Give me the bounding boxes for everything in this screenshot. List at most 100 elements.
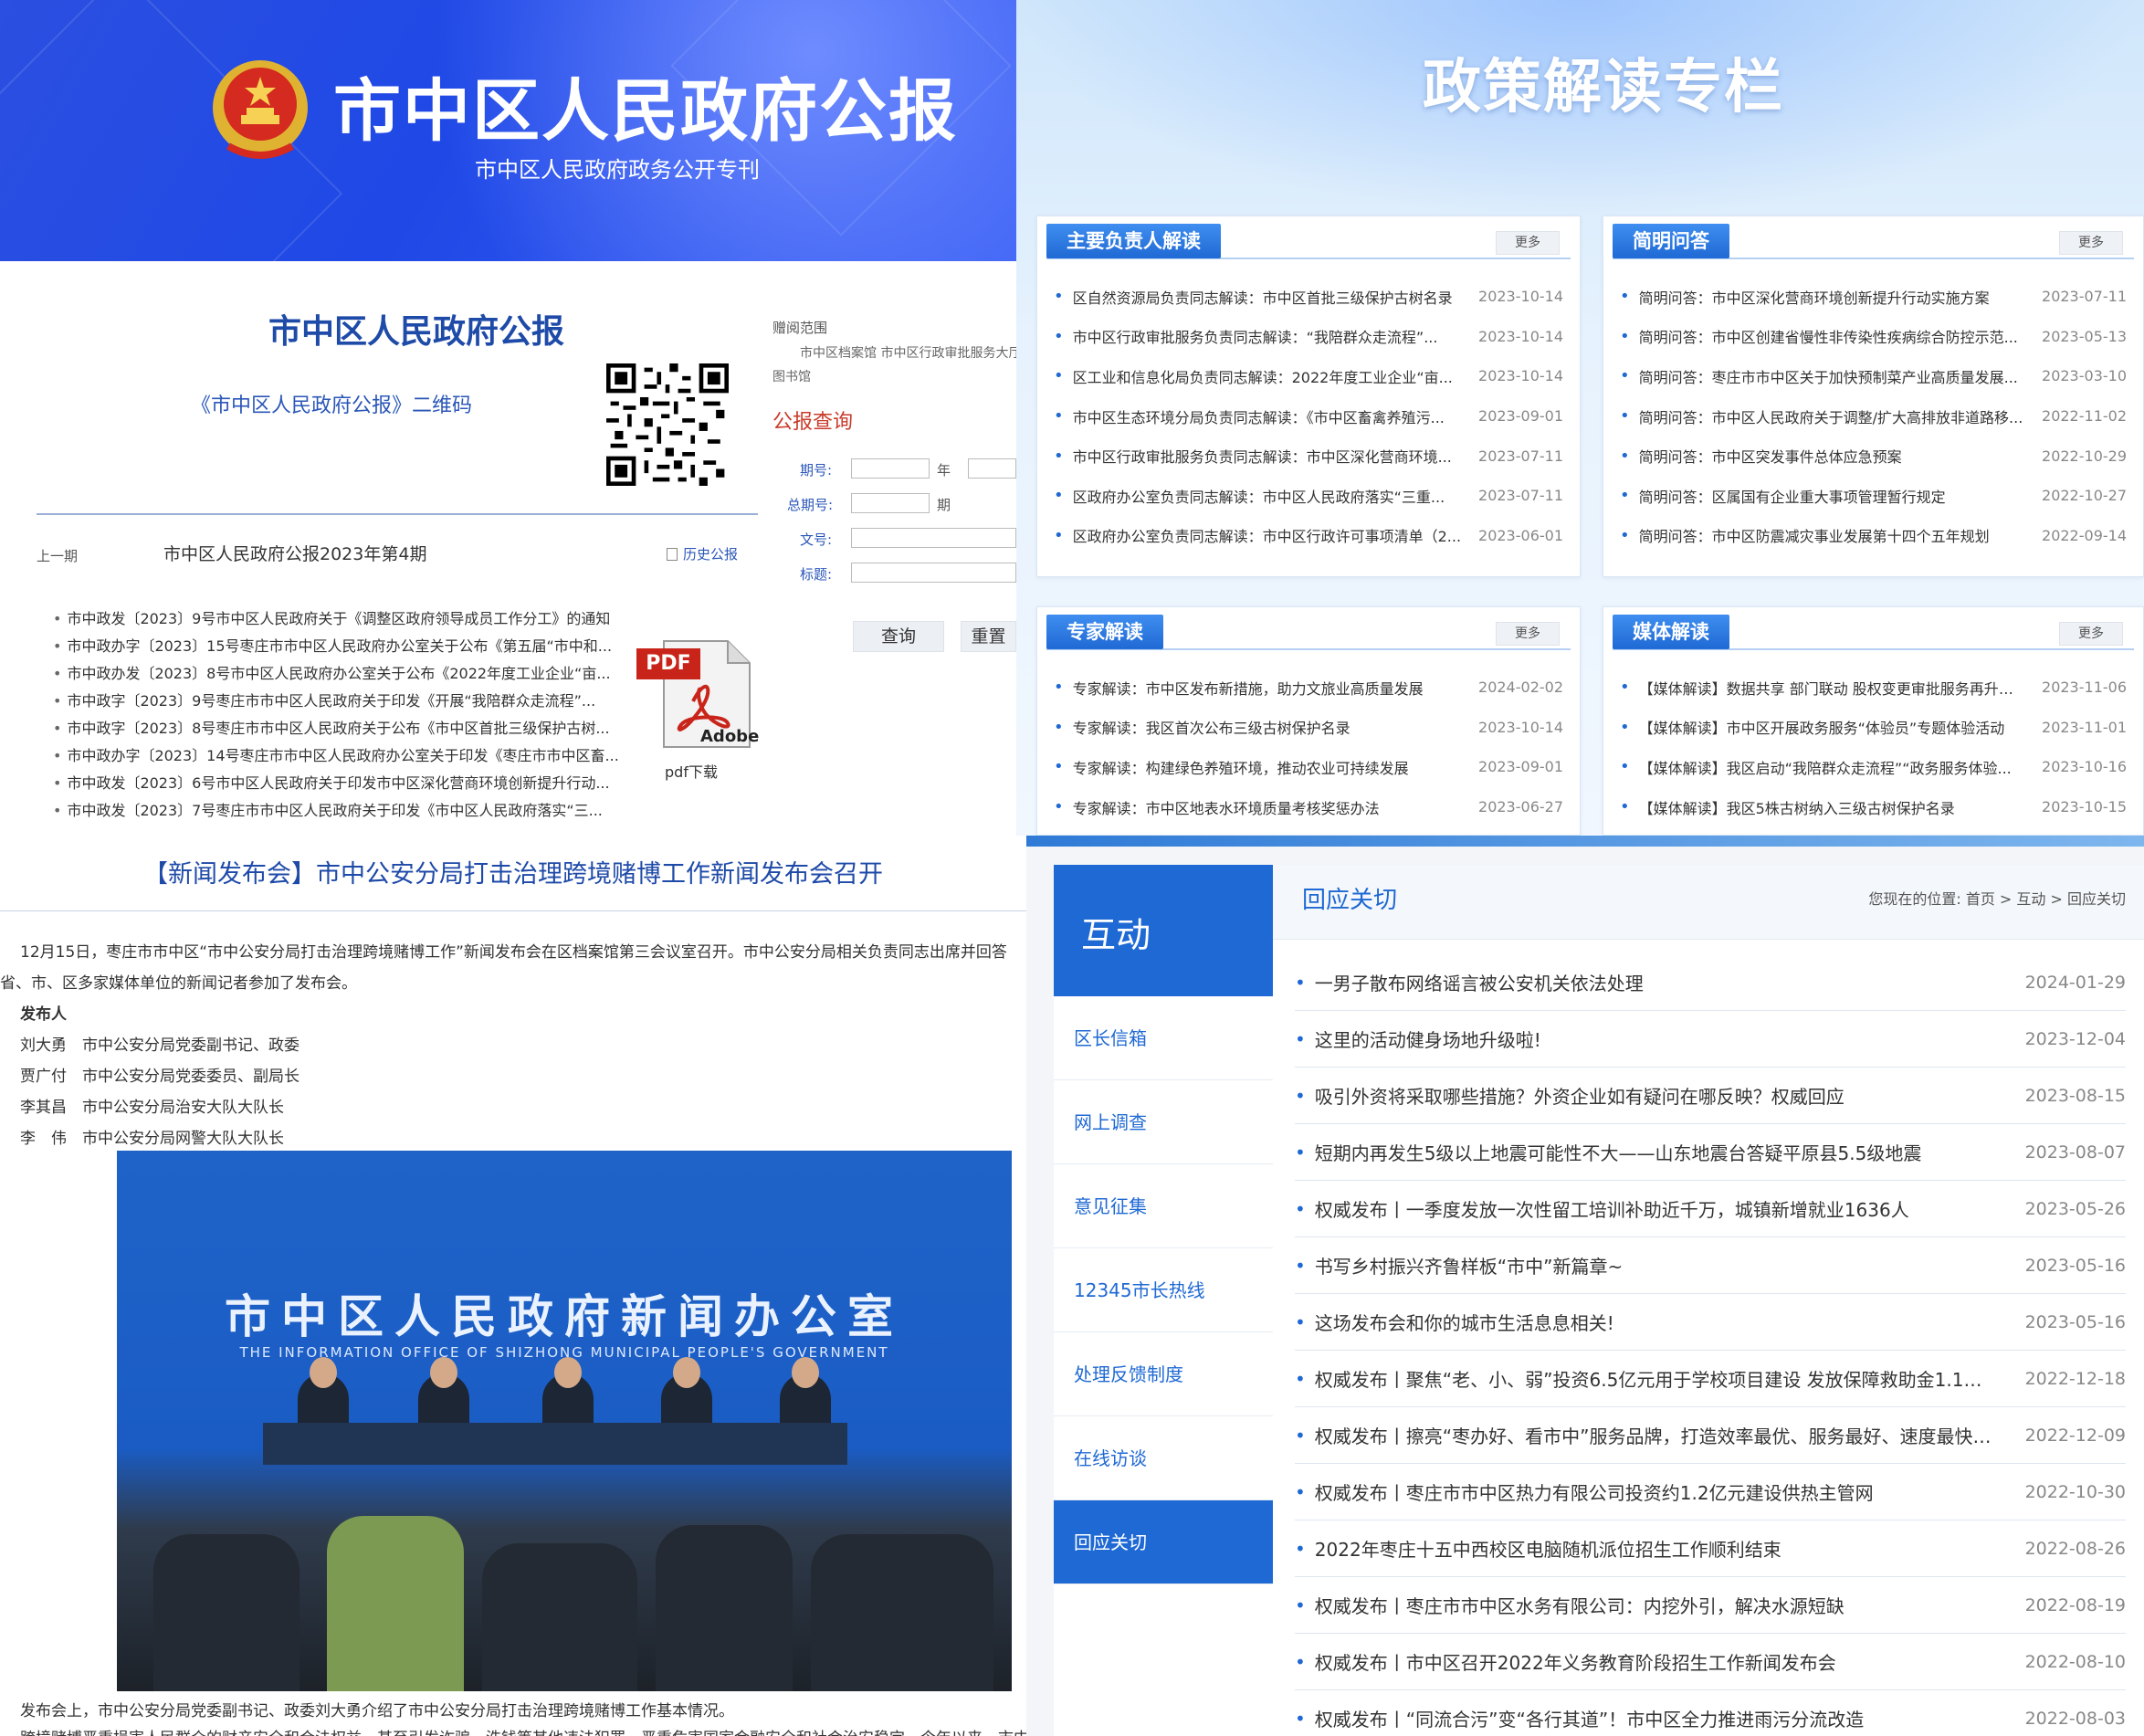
more-button[interactable]: 更多 (1496, 622, 1560, 646)
list-item[interactable]: 区自然资源局负责同志解读：市中区首批三级保护古树名录 2023-10-14 (1054, 277, 1563, 317)
qr-code-icon[interactable] (606, 363, 729, 486)
sidebar-item-online-interview[interactable]: 在线访谈 (1054, 1416, 1273, 1500)
list-item[interactable]: 专家解读：我区首次公布三级古树保护名录 2023-10-14 (1054, 708, 1563, 748)
list-item[interactable]: 市中区行政审批服务负责同志解读：市中区深化营商环境... 2023-07-11 (1054, 436, 1563, 476)
publishers-label: 发布人 (20, 1005, 67, 1024)
response-list: 一男子散布网络谣言被公安机关依法处理 2024-01-29 这里的活动健身场地升级… (1295, 954, 2126, 1736)
list-item[interactable]: 专家解读：构建绿色养殖环境，推动农业可持续发展 2023-09-01 (1054, 747, 1563, 787)
card-title[interactable]: 媒体解读 (1613, 615, 1729, 649)
list-item[interactable]: 市中政发〔2023〕6号市中区人民政府关于印发市中区深化营商环境创新提升行动..… (53, 770, 637, 797)
item-date: 2023-05-26 (2024, 1198, 2126, 1219)
list-item[interactable]: 权威发布丨聚焦“老、小、弱”投资6.5亿元用于学校项目建设 发放保障救助金1.1… (1295, 1351, 2126, 1407)
item-date: 2022-09-14 (2042, 526, 2127, 544)
item-title: 市中区行政审批服务负责同志解读：“我陪群众走流程”... (1072, 329, 1438, 347)
card-title[interactable]: 专家解读 (1046, 615, 1163, 649)
list-item[interactable]: 专家解读：市中区发布新措施，助力文旅业高质量发展 2024-02-02 (1054, 668, 1563, 708)
list-item[interactable]: 市中政字〔2023〕9号枣庄市市中区人民政府关于印发《开展“我陪群众走流程”..… (53, 688, 637, 715)
prev-issue-link[interactable]: 市中区人民政府公报2023年第4期 (163, 541, 426, 565)
doc-no-input[interactable] (851, 528, 1016, 548)
item-title: 市中区生态环境分局负责同志解读：《市中区畜禽养殖污... (1072, 408, 1445, 426)
press-conference-photo: 市中区人民政府新闻办公室 THE INFORMATION OFFICE OF S… (117, 1151, 1012, 1691)
list-item[interactable]: 权威发布丨“同流合污”变“各行其道”！市中区全力推进雨污分流改造 2022-08-… (1295, 1690, 2126, 1736)
card-title[interactable]: 主要负责人解读 (1046, 224, 1221, 258)
sidebar-item-online-survey[interactable]: 网上调查 (1054, 1080, 1273, 1164)
scope-value-2: 图书馆 (772, 370, 811, 384)
list-item[interactable]: 【媒体解读】我区启动“我陪群众走流程”“政务服务体验... 2023-10-16 (1620, 747, 2127, 787)
list-item[interactable]: 权威发布丨枣庄市市中区热力有限公司投资约1.2亿元建设供热主管网 2022-10-… (1295, 1464, 2126, 1520)
breadcrumb[interactable]: 您现在的位置: 首页 > 互动 > 回应关切 (1868, 887, 2126, 909)
card-divider (1046, 258, 1571, 259)
title-input[interactable] (851, 563, 1016, 583)
sidebar-item-feedback-system[interactable]: 处理反馈制度 (1054, 1332, 1273, 1416)
list-item[interactable]: 【媒体解读】市中区开展政务服务“体验员”专题体验活动 2023-11-01 (1620, 708, 2127, 748)
total-issue-input[interactable] (851, 493, 930, 513)
list-item[interactable]: 市中区行政审批服务负责同志解读：“我陪群众走流程”... 2023-10-14 (1054, 317, 1563, 357)
list-item[interactable]: 市中区生态环境分局负责同志解读：《市中区畜禽养殖污... 2023-09-01 (1054, 396, 1563, 437)
item-date: 2023-10-14 (1478, 367, 1563, 385)
audience-figure (811, 1534, 993, 1691)
list-item[interactable]: 市中政办字〔2023〕15号枣庄市市中区人民政府办公室关于公布《第五届“市中和.… (53, 633, 637, 660)
item-title: 这场发布会和你的城市生活息息相关! (1314, 1312, 1614, 1334)
list-item[interactable]: 【媒体解读】数据共享 部门联动 股权变更审批服务再升级！ 2023-11-06 (1620, 668, 2127, 708)
list-item[interactable]: 一男子散布网络谣言被公安机关依法处理 2024-01-29 (1295, 954, 2126, 1011)
list-item[interactable]: 市中政办发〔2023〕8号市中区人民政府办公室关于公布《2022年度工业企业“亩… (53, 660, 637, 688)
item-title: 专家解读：市中区发布新措施，助力文旅业高质量发展 (1072, 679, 1424, 698)
query-button[interactable]: 查询 (853, 621, 944, 652)
issue-input[interactable] (851, 458, 930, 479)
list-item[interactable]: 简明问答：市中区突发事件总体应急预案 2022-10-29 (1620, 436, 2127, 476)
speaker-head (792, 1357, 819, 1388)
item-title: 一男子散布网络谣言被公安机关依法处理 (1314, 973, 1644, 994)
pdf-download-icon[interactable]: PDF Adobe (636, 637, 759, 751)
pdf-download-label[interactable]: pdf下载 (665, 760, 718, 782)
list-item[interactable]: 2022年枣庄十五中西校区电脑随机派位招生工作顺利结束 2022-08-26 (1295, 1520, 2126, 1577)
list-item[interactable]: 市中政办字〔2023〕14号枣庄市市中区人民政府办公室关于印发《枣庄市市中区畜.… (53, 742, 637, 770)
card-title[interactable]: 简明问答 (1613, 224, 1729, 258)
list-item[interactable]: 权威发布丨擦亮“枣办好、看市中”服务品牌，打造效率最优、服务最好、速度最快、近悦… (1295, 1407, 2126, 1464)
list-item[interactable]: 吸引外资将采取哪些措施？外资企业如有疑问在哪反映？权威回应 2023-08-15 (1295, 1068, 2126, 1124)
item-date: 2023-03-10 (2042, 367, 2127, 385)
national-emblem-icon (213, 60, 308, 159)
list-item[interactable]: 市中政发〔2023〕9号市中区人民政府关于《调整区政府领导成员工作分工》的通知 (53, 605, 637, 633)
gazette-query-title: 公报查询 (772, 411, 854, 434)
publisher-line: 贾广付 市中公安分局党委委员、副局长 (20, 1068, 300, 1086)
pdf-brand-label: Adobe (700, 727, 760, 746)
list-item[interactable]: 短期内再发生5级以上地震可能性不大——山东地震台答疑平原县5.5级地震 2023-… (1295, 1124, 2126, 1181)
item-title: 权威发布丨枣庄市市中区热力有限公司投资约1.2亿元建设供热主管网 (1314, 1482, 1874, 1504)
sidebar-item-mayor-mailbox[interactable]: 区长信箱 (1054, 996, 1273, 1080)
list-item[interactable]: 简明问答：市中区人民政府关于调整/扩大高排放非道路移... 2022-11-02 (1620, 396, 2127, 437)
item-date: 2022-08-03 (2024, 1708, 2126, 1729)
list-item[interactable]: 权威发布丨一季度发放一次性留工培训补助近千万，城镇新增就业1636人 2023-0… (1295, 1181, 2126, 1237)
item-date: 2023-09-01 (1478, 407, 1563, 426)
more-button[interactable]: 更多 (1496, 231, 1560, 255)
history-gazette-link[interactable]: 历史公报 (667, 544, 738, 563)
year-input[interactable] (968, 458, 1016, 479)
list-item[interactable]: 权威发布丨枣庄市市中区水务有限公司：内挖外引，解决水源短缺 2022-08-19 (1295, 1577, 2126, 1634)
list-item[interactable]: 这场发布会和你的城市生活息息相关! 2023-05-16 (1295, 1294, 2126, 1351)
list-item[interactable]: 权威发布丨市中区召开2022年义务教育阶段招生工作新闻发布会 2022-08-10 (1295, 1634, 2126, 1690)
sidebar-item-opinion-collection[interactable]: 意见征集 (1054, 1164, 1273, 1248)
list-item[interactable]: 市中政发〔2023〕7号枣庄市市中区人民政府关于印发《市中区人民政府落实“三..… (53, 797, 637, 825)
item-date: 2022-11-02 (2042, 407, 2127, 426)
list-item[interactable]: 简明问答：市中区深化营商环境创新提升行动实施方案 2023-07-11 (1620, 277, 2127, 317)
sidebar-item-response-concerns[interactable]: 回应关切 (1054, 1500, 1273, 1584)
list-item[interactable]: 简明问答：枣庄市市中区关于加快预制菜产业高质量发展... 2023-03-10 (1620, 356, 2127, 396)
list-item[interactable]: 简明问答：市中区防震减灾事业发展第十四个五年规划 2022-09-14 (1620, 516, 2127, 556)
list-item[interactable]: 简明问答：市中区创建省慢性非传染性疾病综合防控示范... 2023-05-13 (1620, 317, 2127, 357)
reset-button[interactable]: 重置 (961, 621, 1016, 652)
item-title: 权威发布丨擦亮“枣办好、看市中”服务品牌，打造效率最优、服务最好、速度最快、近悦… (1314, 1426, 1998, 1447)
list-item[interactable]: 专家解读：市中区地表水环境质量考核奖惩办法 2023-06-27 (1054, 787, 1563, 827)
list-item[interactable]: 市中政字〔2023〕8号枣庄市市中区人民政府关于公布《市中区首批三级保护古树..… (53, 715, 637, 742)
more-button[interactable]: 更多 (2059, 622, 2123, 646)
list-item[interactable]: 区政府办公室负责同志解读：市中区人民政府落实“三重... 2023-07-11 (1054, 476, 1563, 516)
list-item[interactable]: 【媒体解读】我区5株古树纳入三级古树保护名录 2023-10-15 (1620, 787, 2127, 827)
list-item[interactable]: 区政府办公室负责同志解读：市中区行政许可事项清单（2... 2023-06-01 (1054, 516, 1563, 556)
list-item[interactable]: 区工业和信息化局负责同志解读：2022年度工业企业“亩... 2023-10-14 (1054, 356, 1563, 396)
list-item[interactable]: 这里的活动健身场地升级啦! 2023-12-04 (1295, 1011, 2126, 1068)
item-date: 2022-12-18 (2024, 1368, 2126, 1389)
more-button[interactable]: 更多 (2059, 231, 2123, 255)
list-item[interactable]: 简明问答：区属国有企业重大事项管理暂行规定 2022-10-27 (1620, 476, 2127, 516)
news-divider (0, 910, 1026, 911)
photo-backdrop-text: 市中区人民政府新闻办公室 (225, 1290, 904, 1343)
sidebar-item-12345-hotline[interactable]: 12345市长热线 (1054, 1248, 1273, 1332)
list-item[interactable]: 书写乡村振兴齐鲁样板“市中”新篇章~ 2023-05-16 (1295, 1237, 2126, 1294)
